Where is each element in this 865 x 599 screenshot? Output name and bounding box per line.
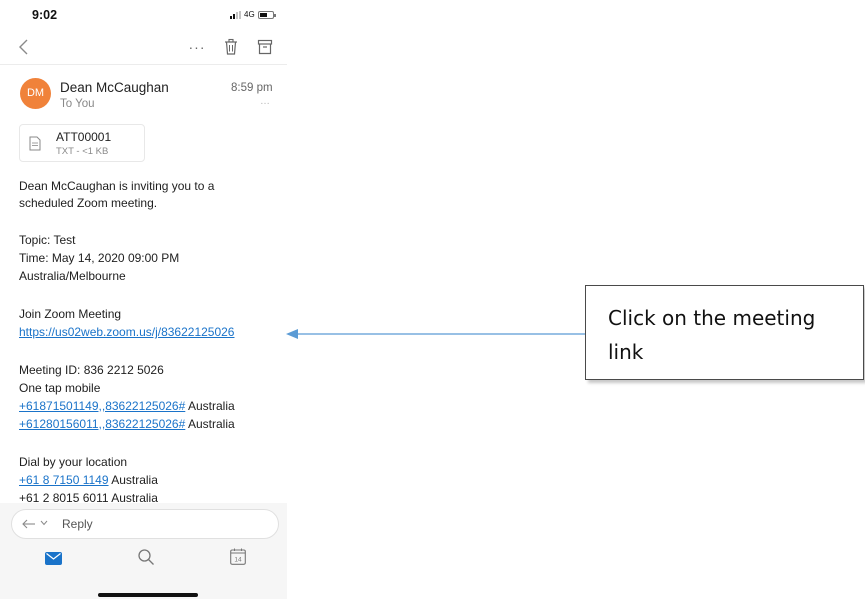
chevron-down-icon[interactable] bbox=[40, 520, 48, 526]
body-time-line2: Australia/Melbourne bbox=[19, 269, 126, 283]
signal-icon bbox=[230, 10, 241, 19]
attachment-card[interactable]: ATT00001 TXT - <1 KB bbox=[19, 124, 145, 162]
tap-link-1[interactable]: +61871501149,,83622125026# bbox=[19, 399, 185, 413]
status-time: 9:02 bbox=[32, 8, 58, 22]
callout-text: Click on the meeting link bbox=[608, 306, 816, 364]
body-intro-line2: scheduled Zoom meeting. bbox=[19, 196, 158, 210]
more-options-icon[interactable]: ··· bbox=[186, 37, 208, 57]
tap-country-2: Australia bbox=[185, 417, 235, 431]
reply-box[interactable]: Reply bbox=[11, 509, 279, 539]
trash-icon[interactable] bbox=[222, 37, 240, 57]
body-topic: Topic: Test bbox=[19, 233, 76, 247]
mail-toolbar: ··· bbox=[0, 30, 287, 65]
home-indicator[interactable] bbox=[98, 593, 198, 597]
attachment-name: ATT00001 bbox=[56, 130, 112, 144]
join-label: Join Zoom Meeting bbox=[19, 307, 122, 321]
calendar-tab-icon[interactable]: 14 bbox=[230, 548, 246, 565]
back-chevron-icon[interactable] bbox=[15, 37, 33, 57]
status-bar: 9:02 4G bbox=[0, 0, 287, 30]
dial-label: Dial by your location bbox=[19, 455, 128, 469]
reply-label: Reply bbox=[62, 517, 93, 531]
attachment-meta: TXT - <1 KB bbox=[56, 146, 109, 157]
one-tap-label: One tap mobile bbox=[19, 381, 101, 395]
file-icon bbox=[29, 136, 41, 151]
tap-line-1: +61871501149,,83622125026# Australia bbox=[19, 399, 235, 414]
dial-line-1: +61 8 7150 1149 Australia bbox=[19, 473, 158, 488]
body-time-line1: Time: May 14, 2020 09:00 PM bbox=[19, 251, 180, 265]
calendar-day: 14 bbox=[234, 557, 242, 564]
archive-icon[interactable] bbox=[256, 37, 274, 57]
sender-avatar[interactable]: DM bbox=[20, 78, 51, 109]
tap-link-2[interactable]: +61280156011,,83622125026# bbox=[19, 417, 185, 431]
battery-icon bbox=[257, 10, 276, 19]
body-intro-line1: Dean McCaughan is inviting you to a bbox=[19, 179, 215, 193]
recipient-label: To You bbox=[60, 98, 95, 110]
status-indicators: 4G bbox=[230, 10, 276, 19]
meeting-id: Meeting ID: 836 2212 5026 bbox=[19, 363, 164, 377]
bottom-bar: Reply 14 bbox=[0, 503, 287, 599]
header-more-icon[interactable]: … bbox=[260, 96, 271, 107]
tap-country-1: Australia bbox=[185, 399, 235, 413]
reply-icon bbox=[22, 519, 35, 529]
sender-name[interactable]: Dean McCaughan bbox=[60, 80, 169, 95]
phone-screen: 9:02 4G ··· DM Dean McCaughan To You 8:5… bbox=[0, 0, 287, 599]
annotation-arrow bbox=[286, 329, 587, 339]
dial-country-1: Australia bbox=[108, 473, 158, 487]
network-type: 4G bbox=[244, 10, 255, 19]
mail-tab-icon[interactable] bbox=[45, 552, 62, 565]
dial-link-1[interactable]: +61 8 7150 1149 bbox=[19, 473, 109, 487]
meeting-link[interactable]: https://us02web.zoom.us/j/83622125026 bbox=[19, 325, 234, 340]
tap-line-2: +61280156011,,83622125026# Australia bbox=[19, 417, 235, 432]
instruction-callout: Click on the meeting link bbox=[585, 285, 864, 380]
sent-time: 8:59 pm bbox=[231, 82, 273, 94]
search-tab-icon[interactable] bbox=[137, 548, 155, 566]
